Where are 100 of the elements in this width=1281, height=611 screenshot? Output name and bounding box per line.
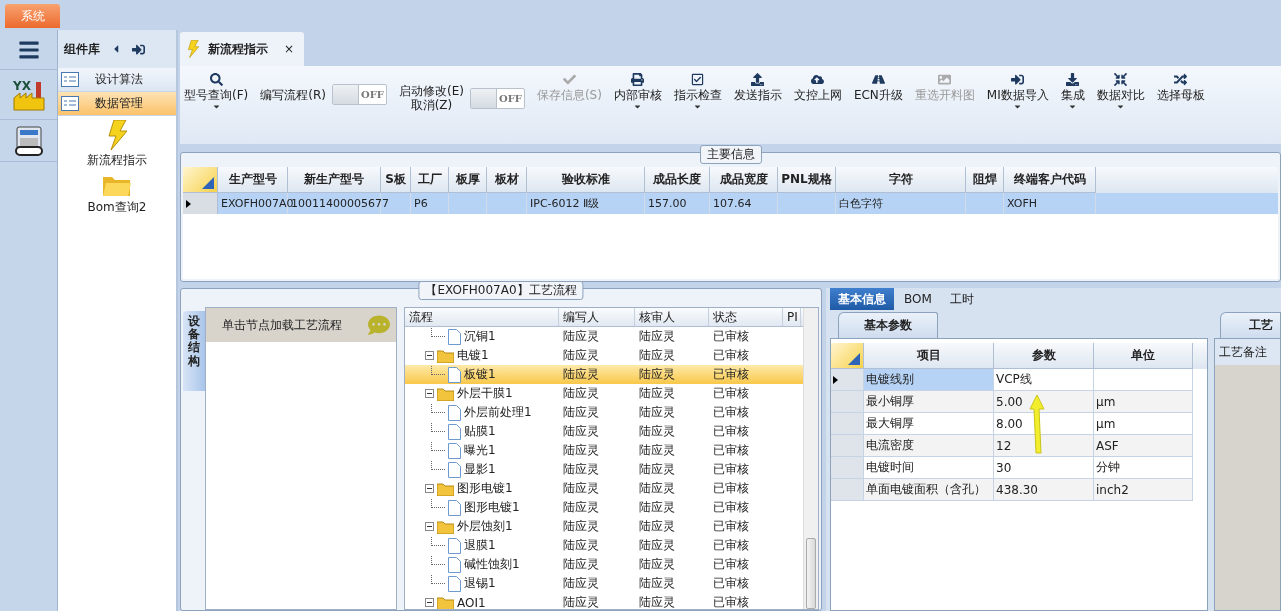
column-header[interactable]: 核审人: [635, 308, 709, 326]
column-header[interactable]: PI: [783, 308, 801, 326]
caret-icon: [1068, 102, 1078, 111]
table-cell: 陆应灵: [563, 500, 599, 514]
tab[interactable]: 基本信息: [830, 288, 894, 310]
tree-row[interactable]: 图形电镀1 陆应灵 陆应灵 已审核: [405, 498, 803, 517]
node-label: 板镀1: [464, 366, 496, 383]
column-header[interactable]: 状态: [709, 308, 783, 326]
node-label: 外层蚀刻1: [457, 518, 513, 535]
table-cell: 107.64: [713, 197, 752, 210]
tree-row[interactable]: 外层蚀刻1 陆应灵 陆应灵 已审核: [405, 517, 803, 536]
document-icon: [448, 537, 461, 554]
expander-icon[interactable]: [425, 484, 434, 493]
sub-tab[interactable]: 基本参数: [838, 312, 938, 338]
toolbar-button[interactable]: MI数据导入: [986, 70, 1049, 111]
select-all-icon[interactable]: [848, 353, 860, 365]
toolbar-button[interactable]: 指示检查: [673, 70, 722, 111]
toggle-label: 启动修改(E) 取消(Z): [398, 84, 464, 112]
table-cell: 已审核: [713, 500, 749, 514]
tree-row[interactable]: 碱性蚀刻1 陆应灵 陆应灵 已审核: [405, 555, 803, 574]
row-header[interactable]: [831, 369, 864, 391]
item-label[interactable]: Bom查询2: [87, 199, 147, 216]
node-label: 图形电镀1: [457, 480, 513, 497]
caret-icon: [211, 102, 221, 111]
toggle-switch[interactable]: OFF: [469, 87, 525, 109]
table-cell: 陆应灵: [563, 538, 599, 552]
expander-icon[interactable]: [425, 351, 434, 360]
toolbar-button[interactable]: ECN升级: [853, 70, 903, 102]
folder-icon: [437, 348, 454, 363]
select-all-icon[interactable]: [202, 177, 214, 189]
table-cell: 电流密度: [864, 435, 994, 457]
document-tab[interactable]: 新流程指示 ×: [180, 32, 305, 66]
table-cell: 陆应灵: [639, 500, 675, 514]
lightning-icon: [186, 40, 200, 58]
table-row[interactable]: EXOFH007A010011400005677 P6 IPC-6012 Ⅱ级 157.00 107.64 白色字符 XOFH: [183, 193, 1278, 214]
node-label: 贴膜1: [464, 423, 496, 440]
toolbar-button[interactable]: 发送指示: [733, 70, 782, 102]
toolbar-button[interactable]: 选择母板: [1156, 70, 1205, 102]
close-icon[interactable]: ×: [284, 42, 295, 56]
toolbar-button[interactable]: 数据对比: [1096, 70, 1145, 111]
upload-icon: [751, 72, 765, 86]
tree-row[interactable]: AOI1 陆应灵 陆应灵 已审核: [405, 593, 803, 609]
tree-row[interactable]: 退膜1 陆应灵 陆应灵 已审核: [405, 536, 803, 555]
tree-row[interactable]: 图形电镀1 陆应灵 陆应灵 已审核: [405, 479, 803, 498]
node-label: 退膜1: [464, 537, 496, 554]
toolbar-button[interactable]: 内部审核: [613, 70, 662, 111]
document-icon: [448, 556, 461, 573]
tab[interactable]: 工时: [941, 288, 982, 310]
tab[interactable]: BOM: [896, 288, 940, 310]
toolbar-button[interactable]: 文控上网: [793, 70, 842, 102]
category-item[interactable]: 数据管理: [58, 92, 176, 116]
expander-icon[interactable]: [425, 598, 434, 607]
shuffle-icon: [1174, 72, 1188, 86]
document-icon: [448, 328, 461, 345]
tree-row[interactable]: 外层干膜1 陆应灵 陆应灵 已审核: [405, 384, 803, 403]
table-cell: 陆应灵: [639, 576, 675, 590]
toolbar-button[interactable]: 型号查询(F): [184, 70, 249, 111]
table-cell: 陆应灵: [639, 557, 675, 571]
table-cell: 已审核: [713, 519, 749, 533]
table-cell: 陆应灵: [563, 386, 599, 400]
checkbox-icon: [691, 72, 705, 86]
column-header[interactable]: 流程: [405, 308, 559, 326]
tree-row[interactable]: 贴膜1 陆应灵 陆应灵 已审核: [405, 422, 803, 441]
table-cell: 陆应灵: [639, 595, 675, 609]
tree-row[interactable]: 曝光1 陆应灵 陆应灵 已审核: [405, 441, 803, 460]
lightning-icon[interactable]: [105, 120, 129, 150]
expander-icon[interactable]: [425, 522, 434, 531]
side-tab[interactable]: 设备结构: [183, 311, 205, 391]
table-cell: 陆应灵: [563, 519, 599, 533]
column-header[interactable]: 编写人: [559, 308, 635, 326]
login-icon[interactable]: [132, 42, 145, 56]
document-icon: [448, 423, 461, 440]
tree-row[interactable]: 显影1 陆应灵 陆应灵 已审核: [405, 460, 803, 479]
tree-row[interactable]: 沉铜1 陆应灵 陆应灵 已审核: [405, 327, 803, 346]
toolbar-button[interactable]: 集成: [1060, 70, 1085, 111]
table-cell: 陆应灵: [639, 462, 675, 476]
tree-row[interactable]: 退锡1 陆应灵 陆应灵 已审核: [405, 574, 803, 593]
caret-icon: [1116, 102, 1126, 111]
check-icon: [562, 72, 576, 86]
panel-title: 组件库: [64, 40, 100, 58]
node-label: 外层干膜1: [457, 385, 513, 402]
speech-bubble-icon: [368, 314, 390, 336]
category-item[interactable]: 设计算法: [58, 68, 176, 92]
scrollbar[interactable]: [803, 308, 818, 609]
factory-logo[interactable]: YX: [11, 77, 46, 112]
tree-row[interactable]: 电镀1 陆应灵 陆应灵 已审核: [405, 346, 803, 365]
tree-row[interactable]: 板镀1 陆应灵 陆应灵 已审核: [405, 365, 803, 384]
node-label: 图形电镀1: [464, 499, 520, 516]
tree-row[interactable]: 外层前处理1 陆应灵 陆应灵 已审核: [405, 403, 803, 422]
caret-icon: [693, 102, 703, 111]
document-icon: [448, 404, 461, 421]
table-cell: 30: [994, 457, 1094, 479]
toggle-switch[interactable]: OFF: [331, 84, 387, 105]
calculator-icon[interactable]: [14, 125, 43, 156]
item-label[interactable]: 新流程指示: [87, 152, 147, 169]
expander-icon[interactable]: [425, 389, 434, 398]
table-cell: 已审核: [713, 386, 749, 400]
table-cell: 陆应灵: [563, 367, 599, 381]
node-label: 显影1: [464, 461, 496, 478]
list-icon: [61, 96, 79, 111]
